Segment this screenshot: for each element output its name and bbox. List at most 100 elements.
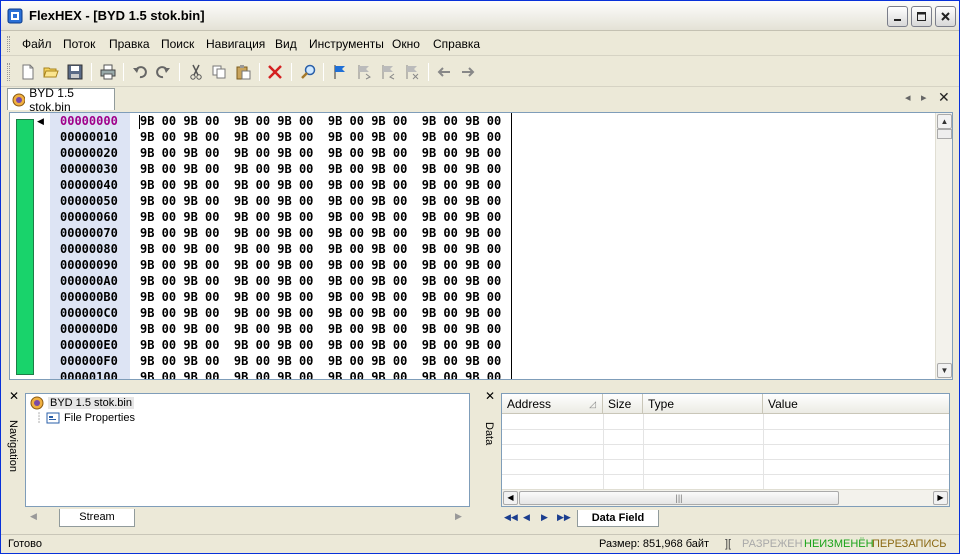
row-bytes[interactable]: 9B 00 9B 00 9B 00 9B 00 9B 00 9B 00 9B 0…	[140, 321, 501, 337]
row-bytes[interactable]: 9B 00 9B 00 9B 00 9B 00 9B 00 9B 00 9B 0…	[140, 113, 501, 129]
data-field-grid[interactable]: Address ◿ Size Type Value ◀ ||| ▶	[501, 393, 950, 507]
row-bytes[interactable]: 9B 00 9B 00 9B 00 9B 00 9B 00 9B 00 9B 0…	[140, 193, 501, 209]
row-bytes[interactable]: 9B 00 9B 00 9B 00 9B 00 9B 00 9B 00 9B 0…	[140, 353, 501, 369]
open-button[interactable]	[41, 62, 61, 82]
new-file-button[interactable]	[18, 62, 38, 82]
find-button[interactable]	[298, 62, 318, 82]
row-bytes[interactable]: 9B 00 9B 00 9B 00 9B 00 9B 00 9B 00 9B 0…	[140, 145, 501, 161]
row-bytes[interactable]: 9B 00 9B 00 9B 00 9B 00 9B 00 9B 00 9B 0…	[140, 129, 501, 145]
last-page-icon[interactable]: ▶▶	[557, 512, 571, 523]
save-button[interactable]	[65, 62, 85, 82]
row-bytes[interactable]: 9B 00 9B 00 9B 00 9B 00 9B 00 9B 00 9B 0…	[140, 241, 501, 257]
hex-row[interactable]: 000000E0 9B 00 9B 00 9B 00 9B 00 9B 00 9B…	[50, 337, 950, 353]
hex-row[interactable]: 00000050 9B 00 9B 00 9B 00 9B 00 9B 00 9B…	[50, 193, 950, 209]
hex-row[interactable]: 00000000 9B 00 9B 00 9B 00 9B 00 9B 00 9B…	[50, 113, 950, 129]
row-bytes[interactable]: 9B 00 9B 00 9B 00 9B 00 9B 00 9B 00 9B 0…	[140, 209, 501, 225]
menu-file[interactable]: Файл	[22, 37, 52, 51]
menu-view[interactable]: Вид	[275, 37, 297, 51]
scroll-up-button[interactable]: ▲	[937, 114, 952, 129]
navigation-tree[interactable]: BYD 1.5 stok.bin ┊ File Properties	[25, 393, 470, 507]
column-value[interactable]: Value	[763, 394, 949, 414]
tree-root-item[interactable]: BYD 1.5 stok.bin	[30, 396, 134, 410]
file-map-bar[interactable]	[12, 115, 38, 377]
hex-row[interactable]: 00000010 9B 00 9B 00 9B 00 9B 00 9B 00 9B…	[50, 129, 950, 145]
main-window: FlexHEX - [BYD 1.5 stok.bin] Файл Поток …	[0, 0, 960, 554]
back-button[interactable]	[434, 62, 454, 82]
hex-row[interactable]: 000000C0 9B 00 9B 00 9B 00 9B 00 9B 00 9B…	[50, 305, 950, 321]
menu-tools[interactable]: Инструменты	[309, 37, 384, 51]
next-bookmark-button[interactable]	[354, 62, 374, 82]
row-bytes[interactable]: 9B 00 9B 00 9B 00 9B 00 9B 00 9B 00 9B 0…	[140, 273, 501, 289]
vertical-scrollbar[interactable]: ▲ ▼	[935, 113, 952, 379]
tab-scroll-right-icon[interactable]: ▸	[921, 91, 927, 104]
tab-scroll-left-icon[interactable]: ◀	[30, 511, 37, 522]
row-bytes[interactable]: 9B 00 9B 00 9B 00 9B 00 9B 00 9B 00 9B 0…	[140, 225, 501, 241]
close-button[interactable]	[935, 6, 956, 27]
set-bookmark-button[interactable]	[330, 62, 350, 82]
hex-row[interactable]: 000000B0 9B 00 9B 00 9B 00 9B 00 9B 00 9B…	[50, 289, 950, 305]
menu-help[interactable]: Справка	[433, 37, 480, 51]
hex-editor[interactable]: ◀ 00000000 9B 00 9B 00 9B 00 9B 00 9B 00 …	[9, 112, 953, 380]
cut-button[interactable]	[186, 62, 206, 82]
hex-row[interactable]: 000000D0 9B 00 9B 00 9B 00 9B 00 9B 00 9B…	[50, 321, 950, 337]
close-navigation-panel-icon[interactable]: ✕	[9, 389, 19, 403]
paste-button[interactable]	[233, 62, 253, 82]
close-data-panel-icon[interactable]: ✕	[485, 389, 495, 403]
row-bytes[interactable]: 9B 00 9B 00 9B 00 9B 00 9B 00 9B 00 9B 0…	[140, 337, 501, 353]
row-bytes[interactable]: 9B 00 9B 00 9B 00 9B 00 9B 00 9B 00 9B 0…	[140, 305, 501, 321]
scroll-thumb[interactable]	[937, 129, 952, 139]
row-bytes[interactable]: 9B 00 9B 00 9B 00 9B 00 9B 00 9B 00 9B 0…	[140, 257, 501, 273]
tab-scroll-left-icon[interactable]: ◂	[905, 91, 911, 104]
hex-row[interactable]: 00000040 9B 00 9B 00 9B 00 9B 00 9B 00 9B…	[50, 177, 950, 193]
copy-button[interactable]	[209, 62, 229, 82]
print-button[interactable]	[98, 62, 118, 82]
column-type[interactable]: Type	[643, 394, 763, 414]
hex-row[interactable]: 00000080 9B 00 9B 00 9B 00 9B 00 9B 00 9B…	[50, 241, 950, 257]
hex-row[interactable]: 00000090 9B 00 9B 00 9B 00 9B 00 9B 00 9B…	[50, 257, 950, 273]
horizontal-scroll-thumb[interactable]: |||	[519, 491, 839, 505]
maximize-button[interactable]	[911, 6, 932, 27]
title-bar[interactable]: FlexHEX - [BYD 1.5 stok.bin]	[1, 1, 959, 31]
toolbar-grip[interactable]	[7, 63, 10, 81]
row-bytes[interactable]: 9B 00 9B 00 9B 00 9B 00 9B 00 9B 00 9B 0…	[140, 161, 501, 177]
horizontal-scrollbar[interactable]: ◀ ||| ▶	[502, 489, 949, 506]
menu-edit[interactable]: Правка	[109, 37, 150, 51]
scroll-left-button[interactable]: ◀	[503, 491, 518, 505]
scroll-right-button[interactable]: ▶	[933, 491, 948, 505]
stream-tab[interactable]: Stream	[59, 509, 135, 527]
hex-row[interactable]: 00000020 9B 00 9B 00 9B 00 9B 00 9B 00 9B…	[50, 145, 950, 161]
delete-button[interactable]	[265, 62, 285, 82]
hex-row[interactable]: 00000030 9B 00 9B 00 9B 00 9B 00 9B 00 9B…	[50, 161, 950, 177]
data-panel-caption: Data	[481, 406, 499, 446]
column-size[interactable]: Size	[603, 394, 643, 414]
row-bytes[interactable]: 9B 00 9B 00 9B 00 9B 00 9B 00 9B 00 9B 0…	[140, 289, 501, 305]
first-page-icon[interactable]: ◀◀	[504, 512, 518, 523]
row-bytes[interactable]: 9B 00 9B 00 9B 00 9B 00 9B 00 9B 00 9B 0…	[140, 369, 501, 379]
hex-row[interactable]: 000000A0 9B 00 9B 00 9B 00 9B 00 9B 00 9B…	[50, 273, 950, 289]
forward-button[interactable]	[458, 62, 478, 82]
scroll-down-button[interactable]: ▼	[937, 363, 952, 378]
menu-grip[interactable]	[7, 36, 10, 52]
document-tab[interactable]: BYD 1.5 stok.bin	[7, 86, 115, 114]
undo-button[interactable]	[130, 62, 150, 82]
tab-scroll-right-icon[interactable]: ▶	[455, 511, 462, 522]
close-document-icon[interactable]: ✕	[938, 89, 950, 106]
row-bytes[interactable]: 9B 00 9B 00 9B 00 9B 00 9B 00 9B 00 9B 0…	[140, 177, 501, 193]
menu-search[interactable]: Поиск	[161, 37, 194, 51]
column-address[interactable]: Address ◿	[502, 394, 603, 414]
hex-row[interactable]: 000000F0 9B 00 9B 00 9B 00 9B 00 9B 00 9B…	[50, 353, 950, 369]
redo-button[interactable]	[153, 62, 173, 82]
tree-child-item[interactable]: ┊ File Properties	[36, 412, 135, 424]
menu-window[interactable]: Окно	[392, 37, 420, 51]
minimize-button[interactable]	[887, 6, 908, 27]
hex-row[interactable]: 00000070 9B 00 9B 00 9B 00 9B 00 9B 00 9B…	[50, 225, 950, 241]
previous-bookmark-button[interactable]	[378, 62, 398, 82]
next-page-icon[interactable]: ▶	[541, 512, 548, 523]
data-field-tab[interactable]: Data Field	[577, 510, 659, 527]
hex-row[interactable]: 00000060 9B 00 9B 00 9B 00 9B 00 9B 00 9B…	[50, 209, 950, 225]
previous-page-icon[interactable]: ◀	[523, 512, 530, 523]
menu-stream[interactable]: Поток	[63, 37, 95, 51]
menu-navigation[interactable]: Навигация	[206, 37, 265, 51]
hex-row[interactable]: 00000100 9B 00 9B 00 9B 00 9B 00 9B 00 9B…	[50, 369, 950, 379]
clear-bookmarks-button[interactable]	[402, 62, 422, 82]
